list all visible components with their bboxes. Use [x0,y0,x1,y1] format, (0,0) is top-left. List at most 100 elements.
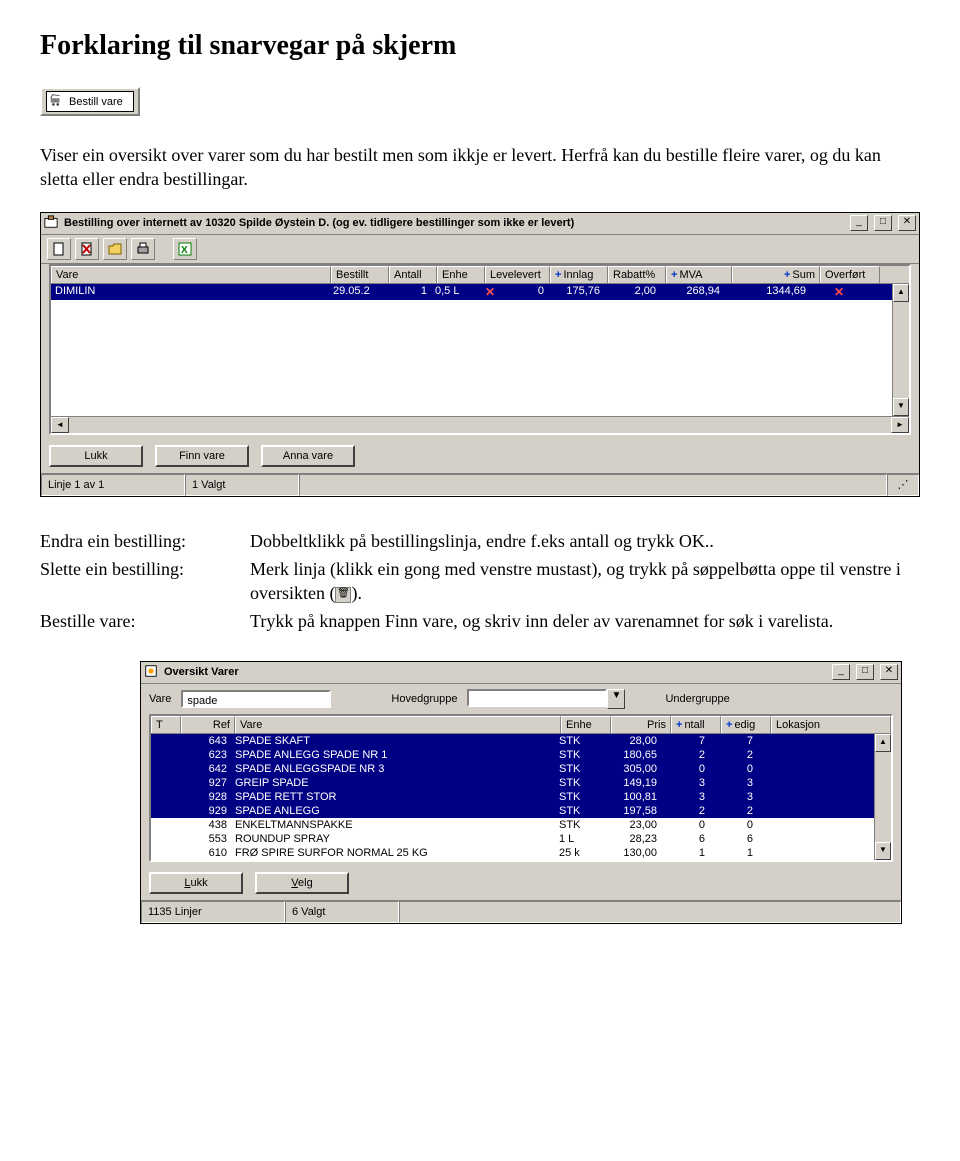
titlebar[interactable]: Bestilling over internett av 10320 Spild… [41,213,919,235]
resize-grip-icon[interactable]: ⋰ [887,474,919,496]
col-ref[interactable]: Ref [181,716,235,733]
window-title: Bestilling over internett av 10320 Spild… [64,217,844,229]
scroll-left-icon[interactable]: ◄ [51,417,69,433]
window-bestilling: Bestilling over internett av 10320 Spild… [40,212,920,497]
scroll-right-icon[interactable]: ► [891,417,909,433]
app-icon [144,664,158,681]
lukk-button[interactable]: Lukk [49,445,143,467]
button-bar: Lukk Velg [141,864,901,900]
grid-rows[interactable]: DIMILIN 29.05.2 1 0,5 L ✕ 0 175,76 2,00 … [51,284,892,416]
table-row[interactable]: 553ROUNDUP SPRAY1 L28,2366 [151,832,874,846]
cross-icon: ✕ [834,285,844,299]
status-bar: Linje 1 av 1 1 Valgt ⋰ [41,473,919,496]
hovedgruppe-select[interactable] [467,689,607,707]
def-term: Slette ein bestilling: [40,555,250,608]
close-button[interactable]: ✕ [898,215,916,231]
button-bar: Lukk Finn vare Anna vare [41,437,919,473]
label-vare: Vare [149,693,171,705]
status-lines: 1135 Linjer [141,901,285,923]
delete-icon[interactable] [75,238,99,260]
col-antall[interactable]: +ntall [671,716,721,733]
search-input[interactable]: spade [181,690,331,708]
svg-text:X: X [181,245,188,256]
close-button[interactable]: ✕ [880,664,898,680]
open-icon[interactable] [103,238,127,260]
grid-header: Vare Bestillt Antall Enhe Levelevert +In… [51,266,909,284]
col-rabatt[interactable]: Rabatt% [608,266,666,283]
trash-icon: 🗑 [335,587,351,603]
table-row[interactable]: 438ENKELTMANNSPAKKESTK23,0000 [151,818,874,832]
cross-icon: ✕ [485,285,495,299]
col-enhet[interactable]: Enhe [561,716,611,733]
vertical-scrollbar[interactable]: ▲ ▼ [874,734,891,860]
col-ledig[interactable]: +edig [721,716,771,733]
product-grid[interactable]: T Ref Vare Enhe Pris +ntall +edig Lokasj… [149,714,893,862]
window-title: Oversikt Varer [164,666,826,678]
print-icon[interactable] [131,238,155,260]
table-row[interactable]: DIMILIN 29.05.2 1 0,5 L ✕ 0 175,76 2,00 … [51,284,892,300]
col-t[interactable]: T [151,716,181,733]
titlebar[interactable]: Oversikt Varer _ □ ✕ [141,662,901,684]
scroll-up-icon[interactable]: ▲ [875,734,891,752]
cart-icon [49,93,63,110]
col-pris[interactable]: Pris [611,716,671,733]
status-selected: 1 Valgt [185,474,299,496]
status-lines: Linje 1 av 1 [41,474,185,496]
col-overfort[interactable]: Overført [820,266,880,283]
col-vare[interactable]: Vare [51,266,331,283]
page-title: Forklaring til snarvegar på skjerm [40,30,920,62]
app-icon [44,215,58,232]
finn-vare-button[interactable]: Finn vare [155,445,249,467]
window-oversikt-varer: Oversikt Varer _ □ ✕ Vare spade Hovedgru… [140,661,902,924]
def-term: Bestille vare: [40,607,250,635]
scroll-down-icon[interactable]: ▼ [893,398,909,416]
table-row[interactable]: 929SPADE ANLEGGSTK197,5822 [151,804,874,818]
col-innlag[interactable]: +Innlag [550,266,608,283]
label-hovedgruppe: Hovedgruppe [391,693,457,705]
minimize-button[interactable]: _ [850,215,868,231]
grid-header: T Ref Vare Enhe Pris +ntall +edig Lokasj… [151,716,891,734]
table-row[interactable]: 643SPADE SKAFTSTK28,0077 [151,734,874,748]
scroll-down-icon[interactable]: ▼ [875,842,891,860]
maximize-button[interactable]: □ [856,664,874,680]
table-row[interactable]: 928SPADE RETT STORSTK100,8133 [151,790,874,804]
def-text: Dobbeltklikk på bestillingslinja, endre … [250,527,920,555]
def-term: Endra ein bestilling: [40,527,250,555]
table-row[interactable]: 610FRØ SPIRE SURFOR NORMAL 25 KG25 k130,… [151,846,874,860]
horizontal-scrollbar[interactable]: ◄ ► [51,416,909,433]
col-lokasjon[interactable]: Lokasjon [771,716,891,733]
definitions-table: Endra ein bestilling: Dobbeltklikk på be… [40,527,920,636]
minimize-button[interactable]: _ [832,664,850,680]
table-row[interactable]: 927GREIP SPADESTK149,1933 [151,776,874,790]
col-sum[interactable]: +Sum [732,266,820,283]
table-row[interactable]: 642SPADE ANLEGGSPADE NR 3STK305,0000 [151,762,874,776]
order-grid[interactable]: Vare Bestillt Antall Enhe Levelevert +In… [49,264,911,435]
dropdown-icon[interactable]: ▼ [607,689,625,709]
table-row[interactable]: 623SPADE ANLEGG SPADE NR 1STK180,6522 [151,748,874,762]
search-bar: Vare spade Hovedgruppe ▼ Undergruppe [141,684,901,714]
toolbar: X [41,235,919,264]
col-antall[interactable]: Antall [389,266,437,283]
def-text: Merk linja (klikk ein gong med venstre m… [250,555,920,608]
status-selected: 6 Valgt [285,901,399,923]
intro-paragraph: Viser ein oversikt over varer som du har… [40,143,920,192]
excel-icon[interactable]: X [173,238,197,260]
label-undergruppe: Undergruppe [665,693,729,705]
anna-vare-button[interactable]: Anna vare [261,445,355,467]
col-vare[interactable]: Vare [235,716,561,733]
status-bar: 1135 Linjer 6 Valgt [141,900,901,923]
col-enhet[interactable]: Enhe [437,266,485,283]
scroll-up-icon[interactable]: ▲ [893,284,909,302]
new-icon[interactable] [47,238,71,260]
col-mva[interactable]: +MVA [666,266,732,283]
col-bestillt[interactable]: Bestillt [331,266,389,283]
maximize-button[interactable]: □ [874,215,892,231]
demo-button-label: Bestill vare [69,96,123,108]
vertical-scrollbar[interactable]: ▲ ▼ [892,284,909,416]
def-text: Trykk på knappen Finn vare, og skriv inn… [250,607,920,635]
velg-button[interactable]: Velg [255,872,349,894]
demo-bestill-vare-button: Bestill vare [40,87,140,116]
grid-rows[interactable]: 643SPADE SKAFTSTK28,0077623SPADE ANLEGG … [151,734,874,860]
col-levert[interactable]: Levelevert [485,266,550,283]
lukk-button[interactable]: Lukk [149,872,243,894]
